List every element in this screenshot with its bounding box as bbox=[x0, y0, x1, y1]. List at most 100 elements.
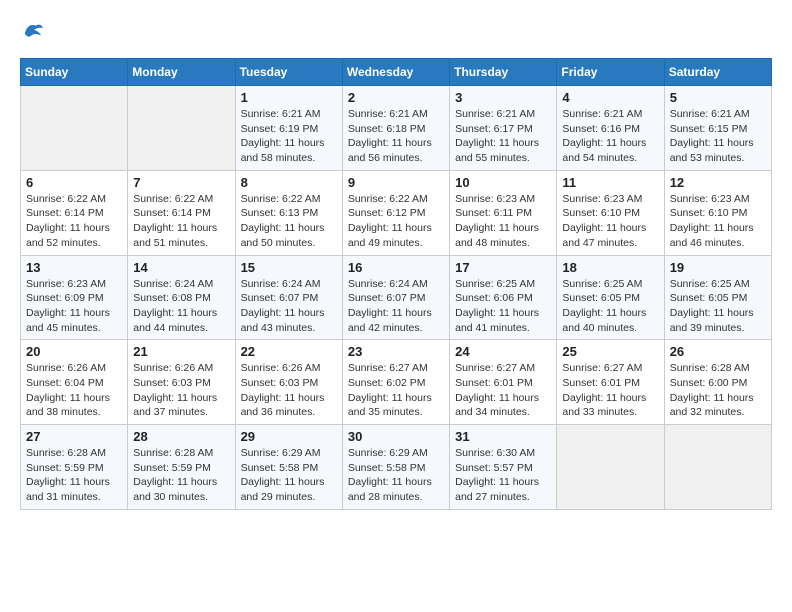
day-cell: 8 Sunrise: 6:22 AMSunset: 6:13 PMDaylight… bbox=[235, 170, 342, 255]
day-number: 16 bbox=[348, 260, 444, 275]
day-info: Sunrise: 6:22 AMSunset: 6:13 PMDaylight:… bbox=[241, 192, 337, 251]
day-info: Sunrise: 6:28 AMSunset: 5:59 PMDaylight:… bbox=[26, 446, 122, 505]
day-info: Sunrise: 6:28 AMSunset: 5:59 PMDaylight:… bbox=[133, 446, 229, 505]
day-info: Sunrise: 6:27 AMSunset: 6:01 PMDaylight:… bbox=[562, 361, 658, 420]
day-cell: 30Sunrise: 6:29 AMSunset: 5:58 PMDayligh… bbox=[342, 425, 449, 510]
day-info: Sunrise: 6:21 AMSunset: 6:18 PMDaylight:… bbox=[348, 107, 444, 166]
day-info: Sunrise: 6:24 AMSunset: 6:08 PMDaylight:… bbox=[133, 277, 229, 336]
day-number: 11 bbox=[562, 175, 658, 190]
day-number: 18 bbox=[562, 260, 658, 275]
day-cell: 6Sunrise: 6:22 AMSunset: 6:14 PMDaylight… bbox=[21, 170, 128, 255]
weekday-header-sunday: Sunday bbox=[21, 59, 128, 86]
day-cell: 3 Sunrise: 6:21 AMSunset: 6:17 PMDaylight… bbox=[450, 86, 557, 171]
weekday-header-monday: Monday bbox=[128, 59, 235, 86]
week-row-1: 1 Sunrise: 6:21 AMSunset: 6:19 PMDaylight… bbox=[21, 86, 772, 171]
logo-bird-icon bbox=[22, 20, 44, 42]
day-cell: 2 Sunrise: 6:21 AMSunset: 6:18 PMDaylight… bbox=[342, 86, 449, 171]
day-info: Sunrise: 6:23 AMSunset: 6:09 PMDaylight:… bbox=[26, 277, 122, 336]
day-number: 9 bbox=[348, 175, 444, 190]
day-cell: 18 Sunrise: 6:25 AMSunset: 6:05 PMDayligh… bbox=[557, 255, 664, 340]
day-info: Sunrise: 6:25 AMSunset: 6:06 PMDaylight:… bbox=[455, 277, 551, 336]
day-number: 24 bbox=[455, 344, 551, 359]
day-cell: 26 Sunrise: 6:28 AMSunset: 6:00 PMDayligh… bbox=[664, 340, 771, 425]
day-cell: 14 Sunrise: 6:24 AMSunset: 6:08 PMDayligh… bbox=[128, 255, 235, 340]
day-info: Sunrise: 6:27 AMSunset: 6:02 PMDaylight:… bbox=[348, 361, 444, 420]
weekday-header-saturday: Saturday bbox=[664, 59, 771, 86]
day-cell: 5 Sunrise: 6:21 AMSunset: 6:15 PMDaylight… bbox=[664, 86, 771, 171]
day-number: 21 bbox=[133, 344, 229, 359]
day-number: 31 bbox=[455, 429, 551, 444]
day-info: Sunrise: 6:24 AMSunset: 6:07 PMDaylight:… bbox=[241, 277, 337, 336]
day-cell: 25 Sunrise: 6:27 AMSunset: 6:01 PMDayligh… bbox=[557, 340, 664, 425]
week-row-2: 6 Sunrise: 6:22 AMSunset: 6:14 PMDaylight… bbox=[21, 170, 772, 255]
day-cell: 21Sunrise: 6:26 AMSunset: 6:03 PMDayligh… bbox=[128, 340, 235, 425]
day-info: Sunrise: 6:21 AMSunset: 6:16 PMDaylight:… bbox=[562, 107, 658, 166]
day-number: 8 bbox=[241, 175, 337, 190]
day-cell: 17 Sunrise: 6:25 AMSunset: 6:06 PMDayligh… bbox=[450, 255, 557, 340]
day-info: Sunrise: 6:25 AMSunset: 6:05 PMDaylight:… bbox=[562, 277, 658, 336]
day-number: 17 bbox=[455, 260, 551, 275]
day-cell: 10 Sunrise: 6:23 AMSunset: 6:11 PMDayligh… bbox=[450, 170, 557, 255]
day-number: 6 bbox=[26, 175, 122, 190]
day-cell: 19 Sunrise: 6:25 AMSunset: 6:05 PMDayligh… bbox=[664, 255, 771, 340]
day-number: 23 bbox=[348, 344, 444, 359]
day-number: 28 bbox=[133, 429, 229, 444]
day-number: 25 bbox=[562, 344, 658, 359]
day-number: 22 bbox=[241, 344, 337, 359]
day-number: 12 bbox=[670, 175, 766, 190]
week-row-4: 20 Sunrise: 6:26 AMSunset: 6:04 PMDayligh… bbox=[21, 340, 772, 425]
day-number: 13 bbox=[26, 260, 122, 275]
day-cell: 11 Sunrise: 6:23 AMSunset: 6:10 PMDayligh… bbox=[557, 170, 664, 255]
logo bbox=[20, 20, 44, 42]
day-info: Sunrise: 6:29 AMSunset: 5:58 PMDaylight:… bbox=[241, 446, 337, 505]
day-cell: 29Sunrise: 6:29 AMSunset: 5:58 PMDayligh… bbox=[235, 425, 342, 510]
calendar-table: SundayMondayTuesdayWednesdayThursdayFrid… bbox=[20, 58, 772, 510]
day-cell: 23 Sunrise: 6:27 AMSunset: 6:02 PMDayligh… bbox=[342, 340, 449, 425]
day-info: Sunrise: 6:23 AMSunset: 6:11 PMDaylight:… bbox=[455, 192, 551, 251]
day-info: Sunrise: 6:21 AMSunset: 6:17 PMDaylight:… bbox=[455, 107, 551, 166]
day-number: 20 bbox=[26, 344, 122, 359]
day-number: 30 bbox=[348, 429, 444, 444]
day-cell: 28 Sunrise: 6:28 AMSunset: 5:59 PMDayligh… bbox=[128, 425, 235, 510]
day-cell bbox=[21, 86, 128, 171]
day-info: Sunrise: 6:22 AMSunset: 6:14 PMDaylight:… bbox=[133, 192, 229, 251]
day-cell: 31 Sunrise: 6:30 AMSunset: 5:57 PMDayligh… bbox=[450, 425, 557, 510]
weekday-header-friday: Friday bbox=[557, 59, 664, 86]
weekday-header-wednesday: Wednesday bbox=[342, 59, 449, 86]
day-cell: 22 Sunrise: 6:26 AMSunset: 6:03 PMDayligh… bbox=[235, 340, 342, 425]
day-number: 19 bbox=[670, 260, 766, 275]
page-header bbox=[20, 20, 772, 42]
day-info: Sunrise: 6:28 AMSunset: 6:00 PMDaylight:… bbox=[670, 361, 766, 420]
day-cell: 9Sunrise: 6:22 AMSunset: 6:12 PMDaylight… bbox=[342, 170, 449, 255]
day-cell bbox=[128, 86, 235, 171]
day-cell: 4 Sunrise: 6:21 AMSunset: 6:16 PMDaylight… bbox=[557, 86, 664, 171]
day-cell: 15Sunrise: 6:24 AMSunset: 6:07 PMDayligh… bbox=[235, 255, 342, 340]
day-cell: 13 Sunrise: 6:23 AMSunset: 6:09 PMDayligh… bbox=[21, 255, 128, 340]
day-info: Sunrise: 6:21 AMSunset: 6:19 PMDaylight:… bbox=[241, 107, 337, 166]
day-info: Sunrise: 6:23 AMSunset: 6:10 PMDaylight:… bbox=[670, 192, 766, 251]
weekday-header-thursday: Thursday bbox=[450, 59, 557, 86]
day-cell: 16Sunrise: 6:24 AMSunset: 6:07 PMDayligh… bbox=[342, 255, 449, 340]
day-number: 5 bbox=[670, 90, 766, 105]
week-row-3: 13 Sunrise: 6:23 AMSunset: 6:09 PMDayligh… bbox=[21, 255, 772, 340]
day-number: 4 bbox=[562, 90, 658, 105]
weekday-header-row: SundayMondayTuesdayWednesdayThursdayFrid… bbox=[21, 59, 772, 86]
day-info: Sunrise: 6:25 AMSunset: 6:05 PMDaylight:… bbox=[670, 277, 766, 336]
day-number: 3 bbox=[455, 90, 551, 105]
day-info: Sunrise: 6:26 AMSunset: 6:03 PMDaylight:… bbox=[241, 361, 337, 420]
day-cell bbox=[557, 425, 664, 510]
day-info: Sunrise: 6:26 AMSunset: 6:04 PMDaylight:… bbox=[26, 361, 122, 420]
day-number: 14 bbox=[133, 260, 229, 275]
day-cell: 27Sunrise: 6:28 AMSunset: 5:59 PMDayligh… bbox=[21, 425, 128, 510]
day-number: 26 bbox=[670, 344, 766, 359]
day-cell: 7Sunrise: 6:22 AMSunset: 6:14 PMDaylight… bbox=[128, 170, 235, 255]
day-number: 2 bbox=[348, 90, 444, 105]
day-info: Sunrise: 6:27 AMSunset: 6:01 PMDaylight:… bbox=[455, 361, 551, 420]
day-info: Sunrise: 6:23 AMSunset: 6:10 PMDaylight:… bbox=[562, 192, 658, 251]
day-number: 10 bbox=[455, 175, 551, 190]
day-info: Sunrise: 6:21 AMSunset: 6:15 PMDaylight:… bbox=[670, 107, 766, 166]
week-row-5: 27Sunrise: 6:28 AMSunset: 5:59 PMDayligh… bbox=[21, 425, 772, 510]
day-info: Sunrise: 6:30 AMSunset: 5:57 PMDaylight:… bbox=[455, 446, 551, 505]
day-number: 1 bbox=[241, 90, 337, 105]
day-cell: 20 Sunrise: 6:26 AMSunset: 6:04 PMDayligh… bbox=[21, 340, 128, 425]
